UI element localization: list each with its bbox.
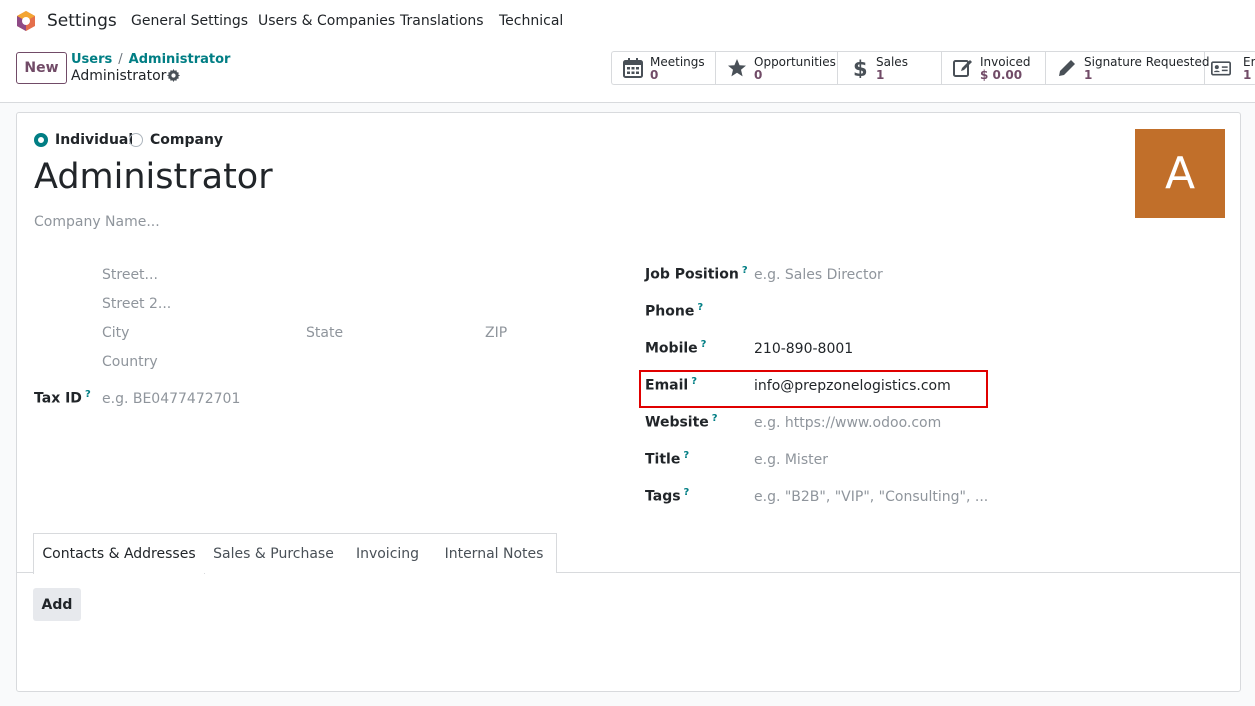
tab-invoicing[interactable]: Invoicing [343, 533, 433, 573]
city-input[interactable]: City [102, 325, 129, 341]
help-icon[interactable]: ? [85, 389, 91, 400]
email-highlight-box [639, 370, 988, 408]
contact-name-field[interactable]: Administrator [34, 157, 273, 197]
stat-label: Invoiced [980, 55, 1031, 69]
nav-technical[interactable]: Technical [499, 13, 563, 29]
street-input[interactable]: Street... [102, 267, 158, 283]
stat-label: Em [1243, 55, 1255, 69]
stat-value: 1 [876, 68, 885, 82]
tab-contacts-addresses[interactable]: Contacts & Addresses [33, 533, 205, 574]
app-name[interactable]: Settings [47, 11, 117, 31]
stat-employee-button[interactable]: Em 1 [1205, 52, 1255, 84]
company-name-input[interactable]: Company Name... [34, 214, 160, 230]
radio-individual[interactable]: Individual [34, 132, 133, 148]
country-input[interactable]: Country [102, 354, 158, 370]
help-icon[interactable]: ? [712, 413, 718, 424]
stat-opportunities-button[interactable]: Opportunities 0 [716, 52, 838, 84]
title-label: Title? [645, 450, 690, 468]
stat-label: Meetings [650, 55, 705, 69]
nav-translations[interactable]: Translations [400, 13, 484, 29]
tags-input[interactable]: e.g. "B2B", "VIP", "Consulting", ... [754, 489, 988, 505]
phone-input[interactable] [754, 304, 974, 322]
stat-signature-button[interactable]: Signature Requested 1 [1046, 52, 1210, 84]
breadcrumb-administrator[interactable]: Administrator [129, 52, 231, 67]
tags-label: Tags? [645, 487, 690, 505]
stat-sales-button[interactable]: $ Sales 1 [838, 52, 942, 84]
avatar[interactable]: A [1135, 129, 1225, 218]
add-button[interactable]: Add [33, 588, 81, 621]
tax-id-label: Tax ID? [34, 389, 91, 407]
new-button[interactable]: New [16, 52, 67, 84]
street2-input[interactable]: Street 2... [102, 296, 171, 312]
form-sheet: Individual Company Administrator Company… [16, 112, 1241, 692]
help-icon[interactable]: ? [683, 450, 689, 461]
radio-individual-label: Individual [55, 132, 134, 148]
job-position-label: Job Position? [645, 265, 748, 283]
app-logo-icon[interactable] [15, 10, 37, 32]
radio-company-label: Company [150, 132, 224, 148]
help-icon[interactable]: ? [742, 265, 748, 276]
state-input[interactable]: State [306, 325, 343, 341]
dollar-icon: $ [853, 58, 868, 78]
help-icon[interactable]: ? [684, 487, 690, 498]
help-icon[interactable]: ? [701, 339, 707, 350]
radio-unchecked-icon [129, 133, 143, 147]
stat-invoiced-button[interactable]: Invoiced $ 0.00 [942, 52, 1046, 84]
radio-company[interactable]: Company [129, 132, 223, 148]
star-icon [728, 59, 746, 77]
top-navbar: Settings General Settings Users & Compan… [0, 0, 1255, 42]
id-card-icon [1211, 61, 1231, 76]
stat-value: 1 [1243, 68, 1252, 82]
pen-icon [1059, 60, 1075, 76]
stat-label: Opportunities [754, 55, 836, 69]
tax-id-input[interactable]: e.g. BE0477472701 [102, 391, 240, 407]
smart-buttons: Meetings 0 Opportunities 0 $ Sales 1 Inv… [611, 51, 1255, 85]
stat-value: 0 [754, 68, 763, 82]
breadcrumb-separator: / [118, 52, 123, 67]
nav-general-settings[interactable]: General Settings [131, 13, 248, 29]
stat-label: Signature Requested [1084, 55, 1210, 69]
mobile-label: Mobile? [645, 339, 707, 357]
phone-label: Phone? [645, 302, 704, 320]
title-input[interactable]: e.g. Mister [754, 452, 828, 468]
calendar-icon [623, 58, 643, 78]
stat-meetings-button[interactable]: Meetings 0 [612, 52, 716, 84]
job-position-input[interactable]: e.g. Sales Director [754, 267, 883, 283]
stat-label: Sales [876, 55, 908, 69]
svg-text:$: $ [853, 58, 868, 78]
breadcrumb-users[interactable]: Users [71, 52, 112, 67]
help-icon[interactable]: ? [697, 302, 703, 313]
control-panel: New Users / Administrator Administrator Me… [0, 42, 1255, 103]
tab-internal-notes[interactable]: Internal Notes [432, 533, 557, 573]
tab-sales-purchase[interactable]: Sales & Purchase [204, 533, 344, 573]
mobile-input[interactable]: 210-890-8001 [754, 341, 853, 357]
stat-value: $ 0.00 [980, 68, 1023, 82]
notebook-tabs: Contacts & Addresses Sales & Purchase In… [17, 533, 1240, 574]
breadcrumb: Users / Administrator [71, 52, 230, 67]
stat-value: 0 [650, 68, 659, 82]
website-input[interactable]: e.g. https://www.odoo.com [754, 415, 941, 431]
breadcrumb-current: Administrator [71, 68, 167, 84]
nav-users-companies[interactable]: Users & Companies [258, 13, 395, 29]
gear-icon[interactable] [167, 69, 180, 82]
website-label: Website? [645, 413, 718, 431]
radio-checked-icon [34, 133, 48, 147]
stat-value: 1 [1084, 68, 1093, 82]
zip-input[interactable]: ZIP [485, 325, 507, 341]
invoice-icon [953, 60, 972, 77]
